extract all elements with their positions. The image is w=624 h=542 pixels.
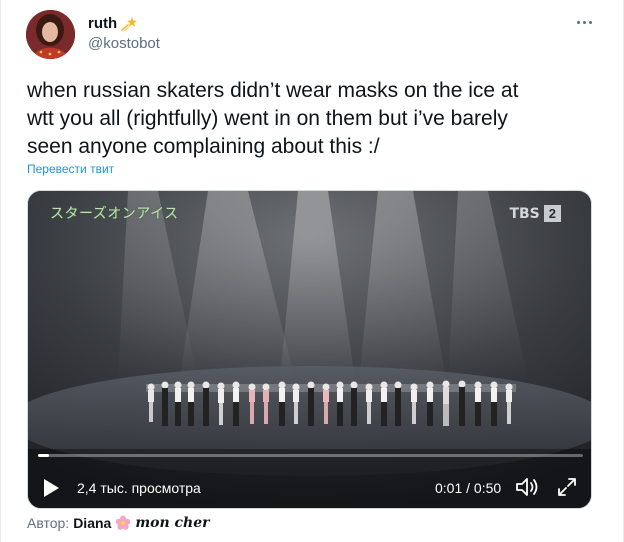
user-handle[interactable]: @kostobot [88, 35, 160, 52]
video-player[interactable]: スターズオンアイス TBS 2 2,4 тыс. просмотра 0:01 … [27, 190, 592, 509]
channel-number: 2 [543, 205, 561, 222]
attribution-suffix: mon cher [135, 515, 210, 531]
fullscreen-icon [558, 478, 576, 496]
video-time: 0:01 / 0:50 [435, 480, 502, 496]
video-caption: スターズオンアイス [50, 206, 179, 222]
video-frame [28, 191, 591, 508]
tweet-card: ruth @kostobot when russian skaters didn… [0, 0, 624, 542]
fullscreen-button[interactable] [556, 476, 578, 498]
video-controls: 2,4 тыс. просмотра 0:01 / 0:50 [28, 469, 591, 505]
more-icon [576, 20, 580, 24]
play-button[interactable] [40, 477, 62, 499]
tweet-text: when russian skaters didn’t wear masks o… [27, 79, 519, 158]
attribution-author[interactable]: Diana [73, 515, 111, 531]
translate-tweet-link[interactable]: Перевести твит [27, 162, 114, 176]
play-icon [44, 479, 59, 497]
video-progress-fill [38, 454, 49, 457]
attribution-prefix: Автор: [27, 515, 70, 531]
cherry-blossom-icon [115, 515, 131, 531]
volume-button[interactable] [514, 476, 540, 498]
video-attribution: Автор: Diana mon cher [27, 515, 210, 531]
broadcaster-logo: TBS 2 [509, 205, 561, 222]
more-button[interactable] [569, 10, 599, 34]
avatar[interactable] [26, 10, 75, 59]
display-name[interactable]: ruth [88, 15, 117, 32]
name-row: ruth [88, 15, 138, 32]
view-count: 2,4 тыс. просмотра [77, 480, 201, 496]
shooting-star-icon [121, 15, 138, 32]
video-progress-bar[interactable] [38, 454, 583, 457]
volume-icon [516, 478, 538, 496]
broadcaster-name: TBS [509, 205, 540, 222]
